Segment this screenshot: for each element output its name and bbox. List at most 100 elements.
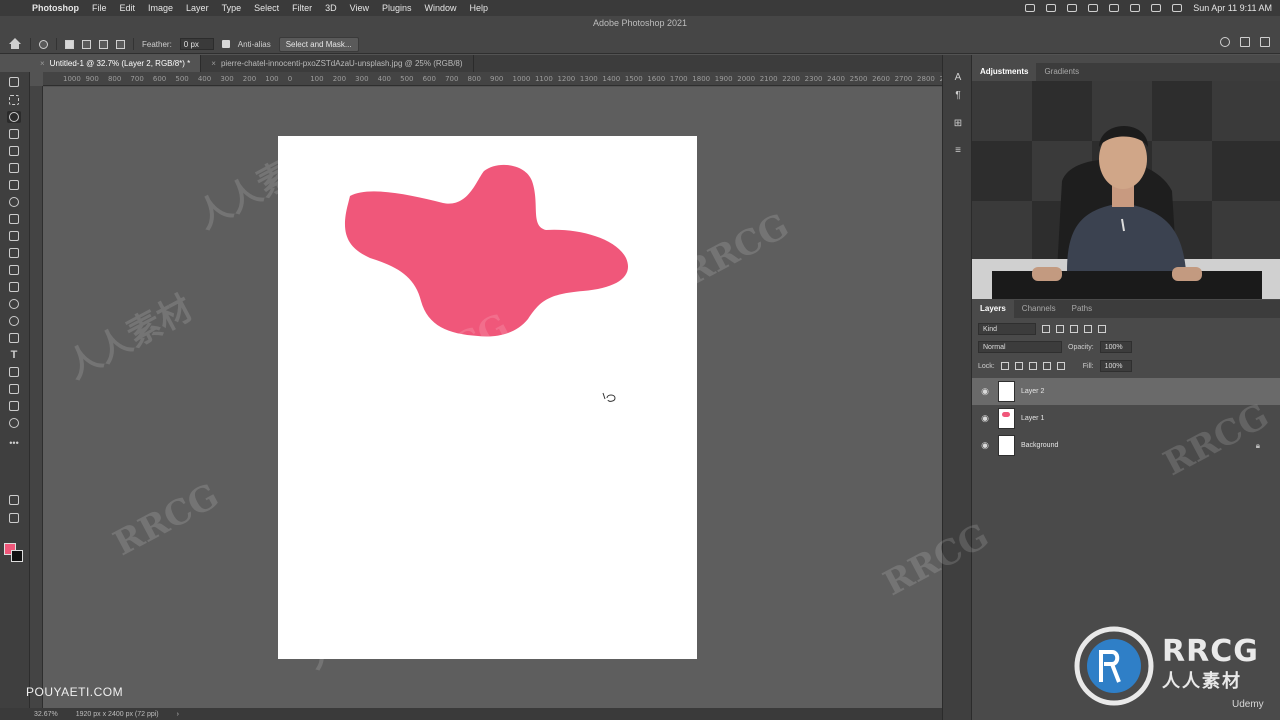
history-panel-icon[interactable]: ⊞ <box>952 118 964 130</box>
tab-layers[interactable]: Layers <box>972 300 1014 318</box>
home-icon[interactable] <box>8 38 22 50</box>
search-icon[interactable] <box>1220 37 1230 47</box>
blur-tool-icon[interactable] <box>7 298 21 310</box>
fill-input[interactable]: 100% <box>1099 360 1132 372</box>
share-icon[interactable] <box>1260 37 1270 47</box>
menu-image[interactable]: Image <box>148 3 173 13</box>
brush-tool-icon[interactable] <box>7 213 21 225</box>
battery-icon[interactable] <box>1130 4 1141 12</box>
type-tool-icon[interactable]: T <box>7 349 21 361</box>
document-canvas[interactable] <box>278 136 697 659</box>
flag-icon[interactable] <box>1067 4 1078 12</box>
add-to-selection-icon[interactable] <box>82 39 91 49</box>
filter-shape-icon[interactable] <box>1084 325 1092 333</box>
healing-brush-tool-icon[interactable] <box>7 196 21 208</box>
volume-icon[interactable] <box>1088 4 1099 12</box>
blend-mode-select[interactable]: Normal <box>978 341 1062 353</box>
quick-mask-icon[interactable] <box>7 494 21 506</box>
opacity-input[interactable]: 100% <box>1099 341 1132 353</box>
paint-bucket-tool-icon[interactable] <box>7 281 21 293</box>
layer-kind-filter[interactable]: Kind <box>978 323 1036 335</box>
lasso-tool-icon[interactable] <box>7 111 21 123</box>
lasso-tool-preset-icon[interactable] <box>39 39 48 49</box>
filter-adjustment-icon[interactable] <box>1056 325 1064 333</box>
creative-cloud-icon[interactable] <box>1025 4 1036 12</box>
lock-image-icon[interactable] <box>1014 362 1023 370</box>
eyedropper-tool-icon[interactable] <box>7 179 21 191</box>
menu-filter[interactable]: Filter <box>292 3 312 13</box>
magic-wand-tool-icon[interactable] <box>7 128 21 140</box>
select-and-mask-button[interactable]: Select and Mask... <box>278 36 359 52</box>
layer-name[interactable]: Background <box>1021 442 1058 449</box>
menu-app[interactable]: Photoshop <box>32 3 79 13</box>
intersect-selection-icon[interactable] <box>116 39 125 49</box>
zoom-level[interactable]: 32.67% <box>34 711 58 718</box>
menu-view[interactable]: View <box>350 3 369 13</box>
lock-artboard-icon[interactable] <box>1042 362 1051 370</box>
spotlight-search-icon[interactable] <box>1172 4 1183 12</box>
marquee-tool-icon[interactable] <box>7 94 21 106</box>
document-dimensions[interactable]: 1920 px x 2400 px (72 ppi) <box>76 711 159 718</box>
menu-plugins[interactable]: Plugins <box>382 3 412 13</box>
layer-row-background[interactable]: ◉ Background 🔒︎ <box>972 432 1280 459</box>
path-selection-tool-icon[interactable] <box>7 366 21 378</box>
hand-tool-icon[interactable] <box>7 400 21 412</box>
pen-tool-icon[interactable] <box>7 332 21 344</box>
tab-channels[interactable]: Channels <box>1014 300 1064 318</box>
properties-panel-icon[interactable]: ≡ <box>952 145 964 157</box>
clone-stamp-tool-icon[interactable] <box>7 230 21 242</box>
layer-row-layer-2[interactable]: ◉ Layer 2 <box>972 378 1280 405</box>
tab-gradients[interactable]: Gradients <box>1036 63 1087 81</box>
zoom-tool-icon[interactable] <box>7 417 21 429</box>
move-tool-icon[interactable] <box>7 76 21 88</box>
menu-3d[interactable]: 3D <box>325 3 337 13</box>
close-icon[interactable]: × <box>40 59 45 68</box>
visibility-eye-icon[interactable]: ◉ <box>972 413 998 424</box>
visibility-eye-icon[interactable]: ◉ <box>972 386 998 397</box>
menu-file[interactable]: File <box>92 3 107 13</box>
lock-all-icon[interactable] <box>1056 362 1065 370</box>
character-panel-icon[interactable]: A <box>952 72 964 84</box>
tab-pierre-chatel[interactable]: × pierre-chatel-innocenti-pxoZSTdAzaU-un… <box>201 55 474 72</box>
more-tools-icon[interactable]: ••• <box>7 438 21 450</box>
new-selection-icon[interactable] <box>65 39 74 49</box>
tab-paths[interactable]: Paths <box>1064 300 1100 318</box>
close-icon[interactable]: × <box>211 59 216 68</box>
layer-row-layer-1[interactable]: ◉ Layer 1 <box>972 405 1280 432</box>
dodge-tool-icon[interactable] <box>7 315 21 327</box>
layer-name[interactable]: Layer 1 <box>1021 415 1044 422</box>
menu-select[interactable]: Select <box>254 3 279 13</box>
lock-position-icon[interactable] <box>1028 362 1037 370</box>
filter-smart-object-icon[interactable] <box>1098 325 1106 333</box>
workspace-icon[interactable] <box>1240 37 1250 47</box>
menu-help[interactable]: Help <box>470 3 489 13</box>
filter-pixel-icon[interactable] <box>1042 325 1050 333</box>
subtract-from-selection-icon[interactable] <box>99 39 108 49</box>
clock[interactable]: Sun Apr 11 9:11 AM <box>1193 3 1272 13</box>
eraser-tool-icon[interactable] <box>7 264 21 276</box>
visibility-eye-icon[interactable]: ◉ <box>972 440 998 451</box>
crop-tool-icon[interactable] <box>7 145 21 157</box>
tab-adjustments[interactable]: Adjustments <box>972 63 1037 81</box>
menu-edit[interactable]: Edit <box>120 3 136 13</box>
screen-mode-icon[interactable] <box>7 512 21 524</box>
chevron-right-icon[interactable]: › <box>177 711 179 718</box>
menu-window[interactable]: Window <box>425 3 457 13</box>
canvas-area[interactable] <box>43 87 942 708</box>
history-brush-tool-icon[interactable] <box>7 247 21 259</box>
menu-layer[interactable]: Layer <box>186 3 209 13</box>
background-color-swatch[interactable] <box>11 550 23 562</box>
tab-untitled-1[interactable]: × Untitled-1 @ 32.7% (Layer 2, RGB/8*) * <box>30 55 202 72</box>
frame-tool-icon[interactable] <box>7 162 21 174</box>
line-tool-icon[interactable] <box>7 383 21 395</box>
layer-name[interactable]: Layer 2 <box>1021 388 1044 395</box>
screen-record-icon[interactable] <box>1046 4 1057 12</box>
menu-type[interactable]: Type <box>222 3 242 13</box>
lock-transparent-icon[interactable] <box>1000 362 1009 370</box>
feather-input[interactable]: 0 px <box>179 38 214 50</box>
filter-type-icon[interactable] <box>1070 325 1078 333</box>
paragraph-panel-icon[interactable]: ¶ <box>952 90 964 102</box>
anti-alias-checkbox[interactable] <box>221 40 230 48</box>
wifi-icon[interactable] <box>1151 4 1162 12</box>
bluetooth-icon[interactable] <box>1109 4 1120 12</box>
